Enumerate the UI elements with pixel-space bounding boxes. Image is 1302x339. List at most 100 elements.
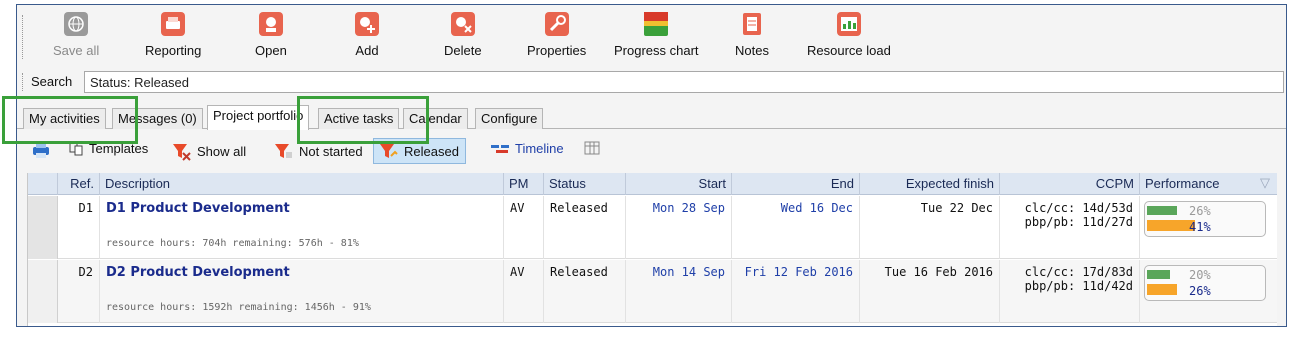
app-window: Save all Reporting Open Add Delete Prope…	[16, 4, 1287, 327]
notes-button[interactable]: Notes	[735, 11, 769, 58]
add-button[interactable]: Add	[354, 11, 380, 58]
project-resource-hours: resource hours: 1592h remaining: 1456h -…	[106, 302, 371, 313]
print-button[interactable]	[31, 141, 55, 159]
ccpm-pbp: pbp/pb: 11d/27d	[1024, 215, 1133, 229]
row-selector[interactable]	[28, 260, 58, 323]
performance-gauge: 20% 26%	[1144, 265, 1266, 301]
row-performance: 26% 41%	[1140, 196, 1278, 259]
tab-messages[interactable]: Messages (0)	[112, 108, 203, 129]
header-performance[interactable]: Performance ▽	[1140, 173, 1278, 195]
row-start: Mon 28 Sep	[626, 196, 732, 259]
delete-button[interactable]: Delete	[444, 11, 482, 58]
add-label: Add	[355, 43, 379, 58]
performance-value-2: 41%	[1189, 220, 1211, 234]
notes-icon	[739, 11, 765, 37]
progress-chart-button[interactable]: Progress chart	[614, 11, 699, 58]
header-ccpm[interactable]: CCPM	[1000, 173, 1140, 195]
properties-label: Properties	[527, 43, 587, 58]
timeline-button[interactable]: Timeline	[491, 141, 564, 156]
header-description[interactable]: Description	[100, 173, 504, 195]
portfolio-toolbar: Templates Show all Not started Released …	[17, 137, 1286, 165]
header-performance-label: Performance	[1145, 176, 1220, 191]
tab-my-activities[interactable]: My activities	[23, 108, 106, 129]
templates-label: Templates	[89, 141, 149, 156]
tab-calendar[interactable]: Calendar	[403, 108, 468, 129]
released-label: Released	[404, 143, 459, 159]
portfolio-table: Ref. Description PM Status Start End Exp…	[27, 173, 1277, 326]
print-icon	[33, 143, 49, 158]
templates-icon	[69, 142, 83, 155]
not-started-button[interactable]: Not started	[273, 141, 363, 161]
performance-bar-1	[1147, 270, 1170, 279]
ccpm-clc: clc/cc: 17d/83d	[1024, 265, 1133, 279]
table-header: Ref. Description PM Status Start End Exp…	[28, 173, 1277, 195]
resource-load-label: Resource load	[807, 43, 891, 58]
released-filter-icon	[380, 144, 398, 158]
delete-label: Delete	[444, 43, 482, 58]
tab-project-portfolio[interactable]: Project portfolio	[207, 105, 310, 130]
open-button[interactable]: Open	[255, 11, 287, 58]
add-project-icon	[354, 11, 380, 37]
show-all-filter-icon	[173, 144, 191, 161]
show-all-label: Show all	[197, 143, 247, 159]
row-pm: AV	[504, 196, 544, 259]
resource-load-icon	[836, 11, 862, 37]
performance-bar-2	[1147, 220, 1195, 231]
header-start[interactable]: Start	[626, 173, 732, 195]
ccpm-pbp: pbp/pb: 11d/42d	[1024, 279, 1133, 293]
chevron-down-icon: ▽	[1260, 175, 1270, 190]
tab-configure[interactable]: Configure	[475, 108, 544, 129]
ccpm-clc: clc/cc: 14d/53d	[1024, 201, 1133, 215]
save-all-button[interactable]: Save all	[53, 11, 99, 58]
tab-bar: My activities Messages (0) Project portf…	[17, 105, 1286, 130]
properties-button[interactable]: Properties	[527, 11, 586, 58]
printer-icon	[160, 11, 186, 37]
header-ref[interactable]: Ref.	[58, 173, 100, 195]
table-row[interactable]: D1 D1 Product Development resource hours…	[28, 196, 1277, 259]
row-end: Fri 12 Feb 2016	[732, 260, 860, 323]
row-description[interactable]: D2 Product Development resource hours: 1…	[100, 260, 504, 323]
row-description[interactable]: D1 Product Development resource hours: 7…	[100, 196, 504, 259]
toolbar-grip[interactable]	[22, 15, 25, 59]
tab-active-tasks[interactable]: Active tasks	[318, 108, 400, 129]
performance-value-1: 26%	[1189, 204, 1211, 218]
grid-settings-icon	[584, 141, 600, 155]
globe-save-icon	[63, 11, 89, 37]
search-bar: Search	[17, 70, 1286, 94]
header-pm[interactable]: PM	[504, 173, 544, 195]
project-resource-hours: resource hours: 704h remaining: 576h - 8…	[106, 238, 359, 249]
row-selector[interactable]	[28, 196, 58, 259]
properties-icon	[544, 11, 570, 37]
timeline-icon	[491, 144, 509, 153]
notes-label: Notes	[735, 43, 769, 58]
grid-settings-button[interactable]	[584, 141, 604, 155]
show-all-button[interactable]: Show all	[171, 141, 246, 161]
resource-load-button[interactable]: Resource load	[807, 11, 891, 58]
search-label: Search	[31, 74, 73, 89]
row-ccpm: clc/cc: 17d/83d pbp/pb: 11d/42d	[1000, 260, 1140, 323]
not-started-filter-icon	[275, 144, 292, 158]
performance-bar-1	[1147, 206, 1177, 215]
not-started-label: Not started	[299, 143, 363, 159]
project-title[interactable]: D1 Product Development	[106, 201, 497, 216]
templates-button[interactable]: Templates	[69, 141, 148, 156]
project-title[interactable]: D2 Product Development	[106, 265, 497, 280]
released-button[interactable]: Released	[373, 138, 466, 164]
row-ref: D1	[58, 196, 100, 259]
row-expected-finish: Tue 16 Feb 2016	[860, 260, 1000, 323]
progress-chart-label: Progress chart	[614, 43, 699, 58]
search-grip[interactable]	[22, 73, 25, 91]
row-performance: 20% 26%	[1140, 260, 1278, 323]
header-status[interactable]: Status	[544, 173, 626, 195]
row-status: Released	[544, 196, 626, 259]
main-toolbar: Save all Reporting Open Add Delete Prope…	[17, 5, 1286, 67]
header-spacer	[28, 173, 58, 195]
search-input[interactable]	[84, 71, 1284, 93]
table-row[interactable]: D2 D2 Product Development resource hours…	[28, 260, 1277, 323]
performance-gauge: 26% 41%	[1144, 201, 1266, 237]
row-pm: AV	[504, 260, 544, 323]
header-expected-finish[interactable]: Expected finish	[860, 173, 1000, 195]
header-end[interactable]: End	[732, 173, 860, 195]
reporting-button[interactable]: Reporting	[145, 11, 201, 58]
delete-project-icon	[450, 11, 476, 37]
